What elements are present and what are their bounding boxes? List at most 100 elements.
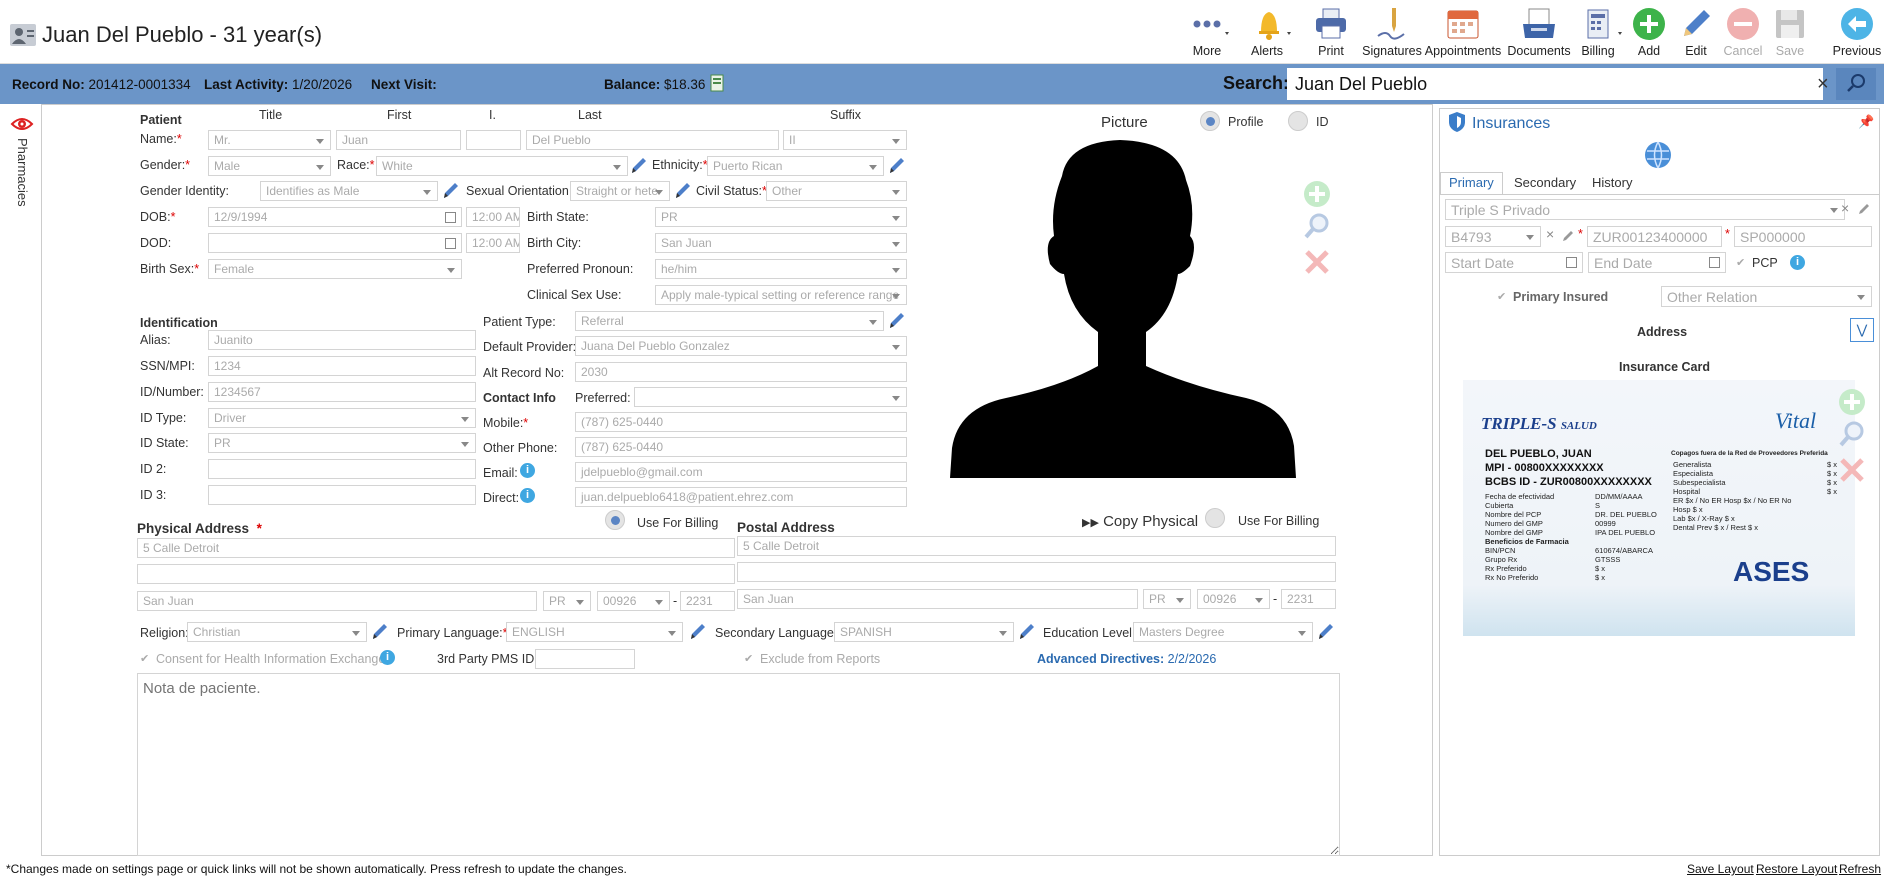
religion-edit-pencil-icon[interactable] [371, 621, 389, 641]
member-id-field[interactable]: ZUR00123400000 [1587, 226, 1722, 247]
postal-line2-field[interactable] [737, 562, 1336, 582]
physical-line1-field[interactable]: 5 Calle Detroit [137, 538, 735, 558]
plan-clear-icon[interactable]: × [1841, 200, 1849, 216]
patient-notes-textarea[interactable] [137, 673, 1340, 856]
mobile-field[interactable]: (787) 625-0440 [575, 412, 907, 432]
sexual-orientation-edit-pencil-icon[interactable] [674, 180, 692, 200]
other-relation-select[interactable]: Other Relation [1661, 286, 1872, 307]
statement-icon[interactable] [708, 74, 726, 92]
appointments-button[interactable]: Appointments [1422, 6, 1504, 58]
pcp-info-icon[interactable]: i [1790, 255, 1805, 270]
physical-line2-field[interactable] [137, 564, 735, 584]
ethnicity-select[interactable]: Puerto Rican [707, 156, 884, 176]
secondary-language-edit-pencil-icon[interactable] [1018, 621, 1036, 641]
start-date-field[interactable]: Start Date [1445, 252, 1583, 273]
postal-line1-field[interactable]: 5 Calle Detroit [737, 536, 1336, 556]
third-party-field[interactable] [535, 649, 635, 669]
title-select[interactable]: Mr. [208, 130, 331, 150]
patient-type-select[interactable]: Referral [575, 311, 884, 331]
eye-icon[interactable] [10, 114, 34, 134]
zoom-picture-icon[interactable] [1303, 212, 1331, 240]
save-button[interactable]: Save [1760, 6, 1820, 58]
tab-secondary[interactable]: Secondary [1508, 173, 1582, 193]
pcp-checkbox[interactable]: ✔ [1736, 257, 1748, 269]
postal-zip4-field[interactable]: 2231 [1281, 589, 1336, 609]
search-button[interactable] [1836, 68, 1876, 100]
race-edit-pencil-icon[interactable] [630, 155, 648, 175]
email-field[interactable]: jdelpueblo@gmail.com [575, 462, 907, 482]
dod-field[interactable] [208, 233, 462, 253]
ssn-field[interactable]: 1234 [208, 356, 476, 376]
clinical-sex-select[interactable]: Apply male-typical setting or reference … [655, 285, 907, 305]
ethnicity-edit-pencil-icon[interactable] [888, 155, 906, 175]
dob-time-field[interactable]: 12:00 AM [466, 207, 520, 227]
birth-city-select[interactable]: San Juan [655, 233, 907, 253]
insurance-plan-select[interactable]: Triple S Privado [1445, 199, 1845, 220]
secondary-language-select[interactable]: SPANISH [834, 622, 1014, 642]
email-info-icon[interactable]: i [520, 463, 535, 478]
pin-icon[interactable]: 📌 [1858, 114, 1874, 130]
suffix-select[interactable]: II [783, 130, 907, 150]
initial-field[interactable] [466, 130, 521, 150]
first-name-field[interactable]: Juan [336, 130, 461, 150]
dod-time-field[interactable]: 12:00 AM [466, 233, 520, 253]
race-select[interactable]: White [376, 156, 628, 176]
id-radio[interactable] [1288, 111, 1308, 131]
consent-checkbox[interactable]: ✔ [140, 653, 152, 665]
idtype-select[interactable]: Driver [208, 408, 476, 428]
alt-record-field[interactable]: 2030 [575, 362, 907, 382]
group-clear-icon[interactable]: × [1546, 226, 1554, 242]
pronoun-select[interactable]: he/him [655, 259, 907, 279]
delete-card-icon[interactable] [1838, 456, 1866, 484]
add-picture-icon[interactable] [1303, 180, 1331, 208]
add-card-icon[interactable] [1838, 388, 1866, 416]
previous-button[interactable]: Previous [1826, 6, 1884, 58]
end-date-field[interactable]: End Date [1588, 252, 1726, 273]
direct-info-icon[interactable]: i [520, 488, 535, 503]
alias-field[interactable]: Juanito [208, 330, 476, 350]
gender-identity-select[interactable]: Identifies as Male [260, 181, 438, 201]
pharmacies-tab[interactable]: Pharmacies [10, 138, 30, 228]
restore-layout-link[interactable]: Restore Layout [1756, 862, 1837, 876]
education-select[interactable]: Masters Degree [1133, 622, 1313, 642]
postal-zip-select[interactable]: 00926 [1197, 589, 1270, 609]
globe-icon[interactable] [1643, 140, 1673, 170]
preferred-select[interactable] [634, 387, 907, 407]
primary-insured-checkbox[interactable]: ✔ [1497, 291, 1509, 303]
profile-radio[interactable] [1200, 111, 1220, 131]
default-provider-select[interactable]: Juana Del Pueblo Gonzalez [575, 336, 907, 356]
more-button[interactable]: More [1177, 6, 1237, 58]
gender-identity-edit-pencil-icon[interactable] [442, 180, 460, 200]
civil-status-select[interactable]: Other [766, 181, 907, 201]
advanced-directives[interactable]: Advanced Directives: 2/2/2026 [1037, 652, 1216, 666]
search-clear-button[interactable]: × [1817, 73, 1829, 96]
signatures-button[interactable]: Signatures [1357, 6, 1427, 58]
copy-physical-button[interactable]: ▶▶ Copy Physical [1082, 513, 1198, 530]
physical-state-select[interactable]: PR [543, 591, 591, 611]
birth-sex-select[interactable]: Female [208, 259, 462, 279]
delete-picture-icon[interactable] [1303, 248, 1331, 276]
education-edit-pencil-icon[interactable] [1317, 621, 1335, 641]
direct-field[interactable]: juan.delpueblo6418@patient.ehrez.com [575, 487, 907, 507]
refresh-link[interactable]: Refresh [1839, 862, 1881, 876]
consent-info-icon[interactable]: i [380, 650, 395, 665]
postal-city-field[interactable]: San Juan [737, 589, 1138, 609]
gender-select[interactable]: Male [208, 156, 331, 176]
group-select[interactable]: B4793 [1445, 226, 1541, 247]
exclude-checkbox[interactable]: ✔ [744, 653, 756, 665]
postal-state-select[interactable]: PR [1143, 589, 1191, 609]
plan-edit-pencil-icon[interactable] [1857, 202, 1871, 216]
tab-history[interactable]: History [1586, 173, 1638, 193]
other-phone-field[interactable]: (787) 625-0440 [575, 437, 907, 457]
idnum-field[interactable]: 1234567 [208, 382, 476, 402]
religion-select[interactable]: Christian [187, 622, 367, 642]
search-input[interactable] [1287, 68, 1823, 100]
print-button[interactable]: Print [1301, 6, 1361, 58]
primary-language-edit-pencil-icon[interactable] [689, 621, 707, 641]
idstate-select[interactable]: PR [208, 433, 476, 453]
patient-type-edit-pencil-icon[interactable] [888, 310, 906, 330]
birth-state-select[interactable]: PR [655, 207, 907, 227]
alerts-button[interactable]: Alerts [1237, 6, 1297, 58]
last-name-field[interactable]: Del Pueblo [526, 130, 779, 150]
tab-primary[interactable]: Primary [1440, 172, 1503, 194]
